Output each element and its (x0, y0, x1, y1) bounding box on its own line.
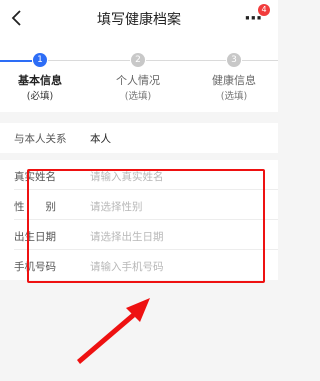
step-2-label: 个人情况 (116, 74, 160, 87)
step-3-marker: 3 (227, 53, 241, 67)
step-2-sub: (选填) (124, 91, 152, 102)
more-dots-icon: ··· (244, 8, 262, 29)
relation-label: 与本人关系 (14, 133, 67, 145)
progress-steps: 1 2 3 基本信息 个人情况 健康信息 (必填) (选填) (选填) (0, 40, 278, 112)
step-3-label: 健康信息 (212, 74, 256, 87)
step-line (242, 60, 278, 61)
relation-row: 与本人关系 本人 (0, 123, 278, 153)
step-line (48, 60, 130, 61)
more-menu-button[interactable]: ··· 4 (244, 4, 270, 32)
step-line (146, 60, 226, 61)
top-nav-bar: 填写健康档案 ··· 4 (0, 0, 278, 40)
step-2-marker: 2 (131, 53, 145, 67)
notification-badge: 4 (258, 4, 270, 16)
page-title: 填写健康档案 (97, 12, 181, 28)
step-1-marker: 1 (33, 53, 47, 67)
relation-value: 本人 (90, 133, 111, 145)
step-3-sub: (选填) (220, 91, 248, 102)
step-line-active (0, 60, 32, 62)
step-1-sub: (必填) (26, 91, 54, 102)
annotation-highlight-box (27, 169, 265, 283)
step-1-label: 基本信息 (18, 74, 62, 87)
